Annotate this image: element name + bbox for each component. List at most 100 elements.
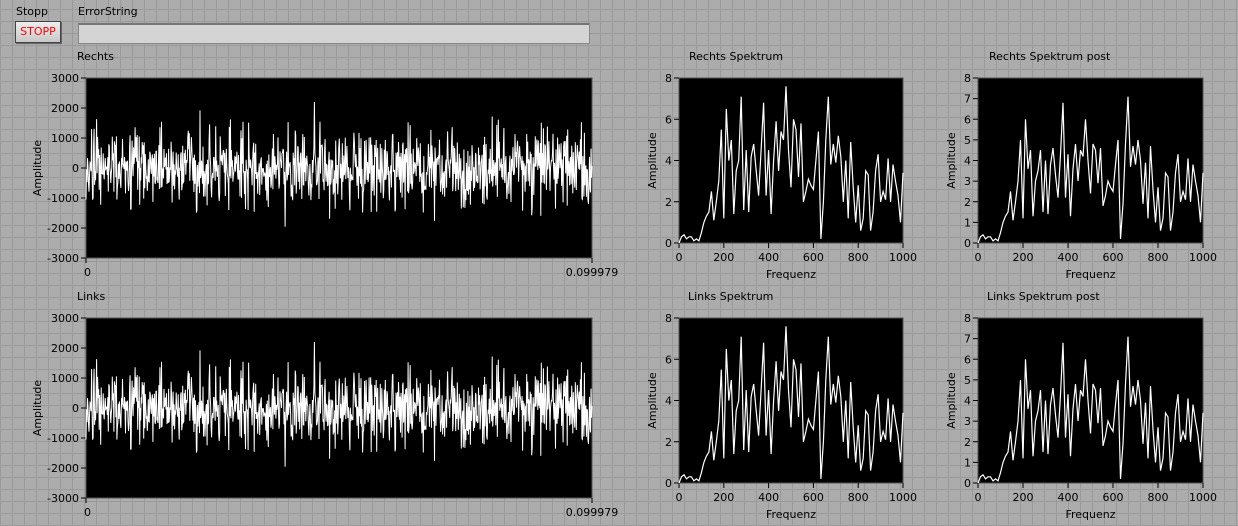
y-tick-label: 3000 — [51, 72, 79, 85]
x-tick-label: 1000 — [1189, 491, 1217, 504]
y-tick-label: -3000 — [47, 252, 79, 265]
y-tick-label: 4 — [665, 395, 672, 408]
y-tick-label: 5 — [964, 374, 971, 387]
x-tick-label: 1000 — [1189, 251, 1217, 264]
x-tick-label: 0 — [975, 251, 982, 264]
graph-links[interactable]: 3000 2000 1000 0 -1000 -2000 -3000 0 0.099979 Amp… — [31, 312, 618, 519]
y-tick-label: 1000 — [51, 372, 79, 385]
x-tick-label: 800 — [1148, 491, 1169, 504]
y-tick-label: 8 — [964, 312, 971, 325]
x-tick-label: 600 — [1103, 251, 1124, 264]
plot-area — [977, 317, 1204, 484]
y-tick-label: 6 — [964, 353, 971, 366]
stop-button[interactable]: STOPP — [15, 21, 61, 43]
graph-title: Links Spektrum post — [987, 290, 1100, 303]
x-tick-label: 0 — [676, 491, 683, 504]
x-tick-label: 200 — [1013, 491, 1034, 504]
x-tick-label: 0.099979 — [566, 266, 619, 279]
x-tick-label: 400 — [1058, 251, 1079, 264]
x-tick-label: 800 — [848, 251, 869, 264]
error-string-field[interactable] — [78, 23, 590, 44]
y-tick-label: -2000 — [47, 222, 79, 235]
y-tick-label: 2 — [665, 436, 672, 449]
y-tick-label: 3 — [964, 175, 971, 188]
x-tick-label: 400 — [758, 251, 779, 264]
y-tick-label: 5 — [964, 134, 971, 147]
x-tick-label: 800 — [1148, 251, 1169, 264]
y-tick-label: 2 — [665, 196, 672, 209]
y-tick-label: 0 — [964, 237, 971, 250]
graph-lsp[interactable]: 8 7 6 5 4 3 2 1 00 200 400 600 800 1000 Amplitude Frequ… — [945, 312, 1217, 521]
x-tick-label: 0 — [676, 251, 683, 264]
x-tick-label: 200 — [1013, 251, 1034, 264]
y-tick-label: 7 — [964, 333, 971, 346]
y-tick-label: 3000 — [51, 312, 79, 325]
y-axis-label: Amplitude — [31, 140, 44, 197]
y-tick-label: -1000 — [47, 432, 79, 445]
y-axis-label: Amplitude — [31, 380, 44, 437]
graph-title: Links — [77, 290, 106, 303]
y-tick-label: 4 — [665, 155, 672, 168]
x-tick-label: 800 — [848, 491, 869, 504]
y-tick-label: 7 — [964, 93, 971, 106]
y-tick-label: 8 — [964, 72, 971, 85]
y-tick-label: -2000 — [47, 462, 79, 475]
x-tick-label: 1000 — [889, 251, 917, 264]
x-axis-label: Frequenz — [1065, 508, 1115, 521]
x-axis-label: Frequenz — [766, 508, 816, 521]
x-tick-label: 1000 — [889, 491, 917, 504]
x-tick-label: 0 — [84, 506, 91, 519]
y-tick-label: 8 — [665, 312, 672, 325]
y-tick-label: 2000 — [51, 342, 79, 355]
y-tick-label: 4 — [964, 395, 971, 408]
y-tick-label: -3000 — [47, 492, 79, 505]
x-tick-label: 0 — [84, 266, 91, 279]
x-axis-label: Frequenz — [1065, 268, 1115, 281]
x-tick-label: 600 — [803, 251, 824, 264]
plot-area — [977, 77, 1204, 244]
y-tick-label: 6 — [665, 113, 672, 126]
y-tick-label: 6 — [665, 353, 672, 366]
y-tick-label: 2 — [964, 196, 971, 209]
x-tick-label: 200 — [713, 251, 734, 264]
graph-ls[interactable]: 864200 200 400 600 800 1000AmplitudeFrequenz — [646, 312, 917, 521]
plot-area — [678, 317, 904, 484]
y-tick-label: 0 — [964, 477, 971, 490]
y-tick-label: 3 — [964, 415, 971, 428]
x-tick-label: 600 — [803, 491, 824, 504]
error-string-label: ErrorString — [78, 5, 138, 18]
graph-title: Rechts Spektrum — [689, 50, 784, 63]
y-tick-label: 0 — [72, 162, 79, 175]
y-tick-label: 1000 — [51, 132, 79, 145]
x-tick-label: 400 — [758, 491, 779, 504]
x-tick-label: 0.099979 — [566, 506, 619, 519]
graph-rs[interactable]: 864200 200 400 600 800 1000AmplitudeFrequenz — [646, 72, 917, 281]
x-tick-label: 0 — [975, 491, 982, 504]
y-axis-label: Amplitude — [646, 132, 659, 189]
y-axis-label: Amplitude — [646, 372, 659, 429]
y-tick-label: -1000 — [47, 192, 79, 205]
y-axis-label: Amplitude — [945, 132, 958, 189]
y-tick-label: 1 — [964, 216, 971, 229]
plot-area — [678, 77, 904, 244]
y-tick-label: 2 — [964, 436, 971, 449]
y-tick-label: 0 — [72, 402, 79, 415]
graph-title: Rechts Spektrum post — [989, 50, 1111, 63]
graph-rsp[interactable]: 8 7 6 5 4 3 2 1 00 200 400 600 800 1000 Amplitude Frequ… — [945, 72, 1217, 281]
y-tick-label: 1 — [964, 456, 971, 469]
y-tick-label: 8 — [665, 72, 672, 85]
y-tick-label: 0 — [665, 237, 672, 250]
graph-title: Links Spektrum — [688, 290, 774, 303]
stop-label: Stopp — [16, 5, 48, 18]
x-tick-label: 600 — [1103, 491, 1124, 504]
graph-title: Rechts — [77, 50, 114, 63]
y-tick-label: 4 — [964, 155, 971, 168]
x-tick-label: 400 — [1058, 491, 1079, 504]
x-tick-label: 200 — [713, 491, 734, 504]
y-tick-label: 0 — [665, 477, 672, 490]
y-axis-label: Amplitude — [945, 372, 958, 429]
x-axis-label: Frequenz — [766, 268, 816, 281]
y-tick-label: 6 — [964, 113, 971, 126]
graph-rechts[interactable]: 3000 2000 1000 0 -1000 -2000 -3000 0 0.099979 Amp… — [31, 72, 618, 279]
y-tick-label: 2000 — [51, 102, 79, 115]
